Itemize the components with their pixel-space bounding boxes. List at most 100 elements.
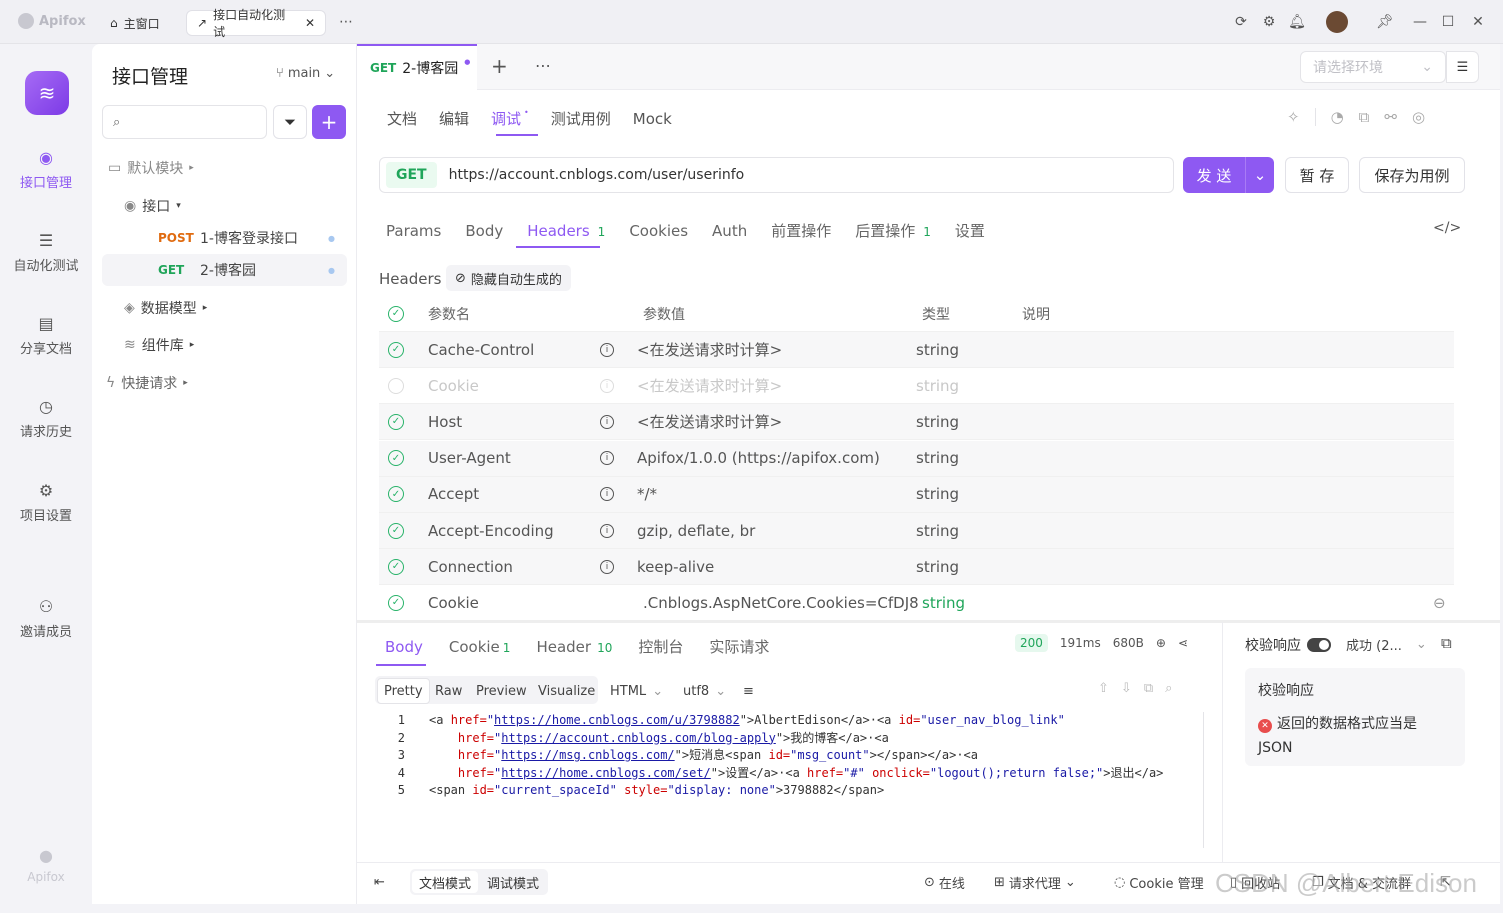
search-icon[interactable]: ⌕ (1165, 681, 1172, 696)
tree-default-module[interactable]: ▭ 默认模块 ▸ (92, 152, 357, 184)
close-icon[interactable]: ✕ (305, 16, 315, 30)
row-checkbox[interactable]: ✓ (388, 450, 404, 467)
tab-response-cookie[interactable]: Cookie 1 (449, 638, 511, 656)
header-value[interactable]: gzip, deflate, br (637, 522, 755, 540)
row-checkbox[interactable]: ✓ (388, 413, 404, 430)
send-button[interactable]: 发 送 ⌄ (1183, 157, 1274, 193)
tree-quick-request[interactable]: ϟ 快捷请求 ▸ (92, 367, 357, 399)
more-icon[interactable]: ⋯ (336, 12, 356, 32)
header-value[interactable]: <在发送请求时计算> (637, 339, 782, 360)
tree-api-item-login[interactable]: POST 1-博客登录接口 ● (92, 222, 357, 254)
header-value[interactable]: <在发送请求时计算> (637, 375, 782, 396)
tab-edit[interactable]: 编辑 (439, 108, 469, 129)
toggle-switch[interactable] (1307, 638, 1331, 652)
header-name[interactable]: Connection (428, 558, 513, 576)
upload-icon[interactable]: ⇧ (1098, 681, 1109, 696)
info-icon[interactable]: i (600, 523, 614, 538)
tab-headers[interactable]: Headers 1 (527, 222, 605, 240)
tab-test-cases[interactable]: 测试用例 (551, 108, 611, 129)
row-checkbox[interactable]: ✓ (388, 594, 404, 611)
tab-post-processors[interactable]: 后置操作 1 (855, 220, 931, 241)
view-visualize[interactable]: Visualize (532, 678, 601, 704)
environment-select[interactable]: 请选择环境 ⌄ (1300, 51, 1446, 83)
tab-mock[interactable]: Mock (633, 110, 672, 128)
header-name[interactable]: Host (428, 413, 462, 431)
header-row[interactable]: ✓ Host i <在发送请求时计算> string (379, 404, 1454, 441)
tree-api-item-cnblogs[interactable]: GET 2-博客园 ● (102, 254, 347, 286)
row-checkbox[interactable]: ✓ (388, 341, 404, 358)
download-icon[interactable]: ⇩ (1121, 681, 1132, 696)
add-button[interactable]: + (312, 105, 346, 139)
globe-icon[interactable]: ⊕ (1156, 636, 1166, 650)
header-name[interactable]: Cache-Control (428, 341, 534, 359)
header-row[interactable]: ✓ User-Agent i Apifox/1.0.0 (https://apifox… (379, 440, 1454, 477)
info-icon[interactable]: i (600, 559, 614, 574)
header-name[interactable]: Accept (428, 485, 479, 503)
open-external-icon[interactable]: ⧉ (1441, 634, 1452, 652)
info-icon[interactable]: i (600, 414, 614, 429)
header-value[interactable]: Apifox/1.0.0 (https://apifox.com) (637, 449, 880, 467)
row-checkbox[interactable]: ✓ (388, 522, 404, 539)
code-viewer[interactable]: 12345 <a href="https://home.cnblogs.com/… (397, 712, 1204, 848)
rail-item-invite[interactable]: ⚇ 邀请成员 (0, 595, 92, 641)
pin-icon[interactable]: 📌︎ (1375, 12, 1395, 32)
refresh-icon[interactable]: ⟳ (1231, 12, 1251, 32)
view-preview[interactable]: Preview (470, 678, 533, 704)
minimize-icon[interactable]: — (1410, 12, 1430, 32)
tab-actual-request[interactable]: 实际请求 (709, 636, 769, 657)
header-name[interactable]: Cookie (428, 594, 479, 612)
settings-icon[interactable]: ◎ (1412, 108, 1425, 126)
tab-docs[interactable]: 文档 (387, 108, 417, 129)
more-tabs-icon[interactable]: ⋯ (535, 56, 551, 75)
search-field[interactable] (128, 114, 259, 130)
url-bar[interactable]: GET https://account.cnblogs.com/user/use… (379, 157, 1174, 193)
tab-auth[interactable]: Auth (712, 222, 747, 240)
code-icon[interactable]: </> (1433, 220, 1461, 236)
tab-debug[interactable]: 调试 • (491, 108, 529, 129)
request-tab-active[interactable]: GET 2-博客园 ● (357, 44, 477, 90)
view-pretty[interactable]: Pretty (377, 678, 430, 704)
tab-pre-processors[interactable]: 前置操作 (771, 220, 831, 241)
method-select[interactable]: GET (386, 162, 437, 188)
debug-mode-button[interactable]: 调试模式 (480, 871, 546, 893)
header-name[interactable]: Accept-Encoding (428, 522, 554, 540)
project-logo-icon[interactable]: ≋ (25, 71, 69, 115)
tab-response-header[interactable]: Header 10 (536, 638, 612, 656)
rail-item-automation[interactable]: ☰ 自动化测试 (0, 229, 92, 275)
encoding-select[interactable]: utf8 ⌄ (677, 678, 732, 704)
header-name[interactable]: User-Agent (428, 449, 511, 467)
header-value[interactable]: .Cnblogs.AspNetCore.Cookies=CfDJ8 (643, 594, 919, 612)
tab-settings[interactable]: 设置 (955, 220, 985, 241)
header-type[interactable]: string (922, 594, 965, 612)
bell-icon[interactable]: 🔔︎ (1287, 12, 1307, 32)
maximize-icon[interactable]: ☐ (1438, 12, 1458, 32)
share-icon[interactable]: ⚯ (1384, 108, 1397, 126)
format-select[interactable]: HTML ⌄ (604, 678, 669, 704)
new-tab-button[interactable]: + (491, 54, 508, 78)
hide-auto-toggle[interactable]: ⊘ 隐藏自动生成的 (446, 265, 571, 291)
header-value[interactable]: */* (637, 485, 657, 503)
header-type[interactable]: string (916, 522, 959, 540)
tab-body[interactable]: Body (465, 222, 503, 240)
header-row[interactable]: ✓ Cookie i <在发送请求时计算> string (379, 368, 1454, 405)
rail-item-history[interactable]: ◷ 请求历史 (0, 395, 92, 441)
header-row[interactable]: ✓ Accept i */* string (379, 476, 1454, 513)
copy-icon[interactable]: ⧉ (1359, 108, 1370, 126)
header-type[interactable]: string (916, 449, 959, 467)
cookie-manager[interactable]: ◌ Cookie 管理 (1114, 862, 1204, 902)
tree-components[interactable]: ≋ 组件库 ▸ (92, 329, 357, 361)
magic-icon[interactable]: ✧ (1287, 108, 1300, 126)
header-type[interactable]: string (916, 413, 959, 431)
rail-item-share-docs[interactable]: ▤ 分享文档 (0, 312, 92, 358)
search-input[interactable]: ⌕ (102, 105, 267, 139)
window-tab-main[interactable]: ⌂ 主窗口 (100, 10, 170, 36)
header-value[interactable]: <在发送请求时计算> (637, 411, 782, 432)
share-icon[interactable]: ⋖ (1178, 636, 1188, 650)
copy-icon[interactable]: ⧉ (1144, 681, 1153, 696)
url-input[interactable]: https://account.cnblogs.com/user/userinf… (449, 167, 745, 183)
proxy-menu[interactable]: ⊞ 请求代理 ⌄ (994, 862, 1076, 902)
header-row[interactable]: ✓ Accept-Encoding i gzip, deflate, br string (379, 513, 1454, 549)
env-menu-button[interactable]: ☰ (1446, 51, 1479, 83)
run-icon[interactable]: ◔ (1331, 108, 1344, 126)
tab-params[interactable]: Params (386, 222, 441, 240)
